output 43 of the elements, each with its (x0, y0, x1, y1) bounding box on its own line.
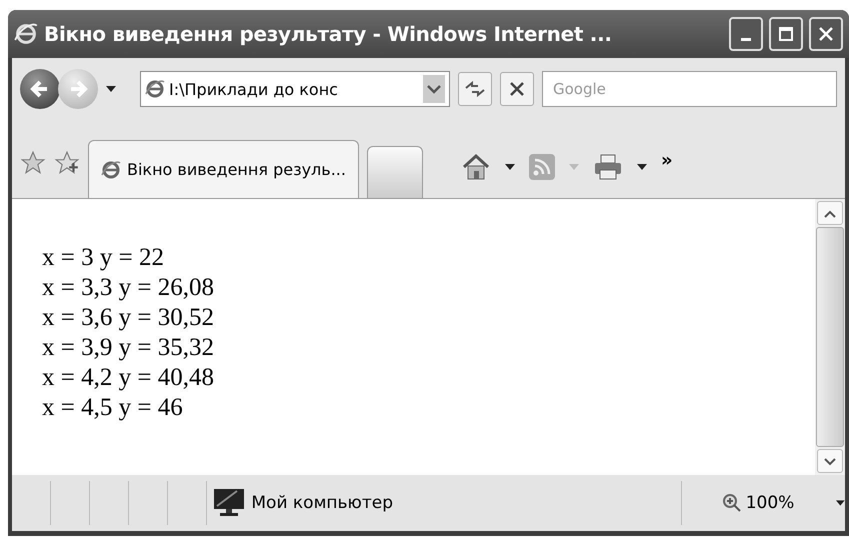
dropdown-icon[interactable] (423, 75, 445, 103)
refresh-icon (464, 80, 486, 98)
new-tab-button[interactable] (366, 146, 423, 198)
scroll-up-button[interactable] (817, 201, 843, 225)
output-line: x = 4,5 y = 46 (42, 393, 184, 423)
search-field[interactable]: Google (542, 71, 837, 107)
ie-logo-icon (14, 22, 38, 46)
tab[interactable]: Вікно виведення резуль... (88, 140, 359, 198)
stop-icon (509, 81, 525, 97)
stop-button[interactable] (500, 72, 534, 106)
zoom-icon (722, 493, 742, 513)
ie-logo-icon (101, 160, 121, 180)
address-field[interactable]: I:\Приклади до конс (140, 71, 450, 107)
output-line: x = 3,9 y = 35,32 (42, 333, 215, 363)
caret-icon[interactable] (836, 500, 845, 506)
close-button[interactable] (809, 17, 843, 51)
output-line: x = 3 y = 22 (42, 243, 165, 273)
close-icon (818, 26, 834, 42)
ie-logo-icon (145, 79, 165, 99)
maximize-icon (778, 26, 794, 42)
output-line: x = 3,3 y = 26,08 (42, 273, 215, 303)
output-line: x = 3,6 y = 30,52 (42, 303, 215, 333)
back-button[interactable] (20, 69, 60, 109)
star-icon[interactable] (20, 150, 46, 176)
scroll-down-button[interactable] (817, 449, 843, 473)
more-tools-chevron[interactable]: » (660, 150, 673, 170)
add-favorite-icon[interactable] (54, 150, 80, 176)
caret-icon[interactable] (504, 164, 515, 170)
refresh-button[interactable] (458, 72, 492, 106)
caret-icon[interactable] (636, 164, 647, 170)
computer-icon (213, 488, 246, 518)
home-icon[interactable] (460, 152, 491, 182)
caret-icon[interactable] (106, 86, 116, 92)
window-title: Вікно виведення результату - Windows Internet ... (44, 22, 613, 46)
output-line: x = 4,2 y = 40,48 (42, 363, 215, 393)
printer-icon[interactable] (592, 153, 623, 181)
minimize-icon (741, 38, 751, 40)
zoom-button[interactable]: 100% (682, 492, 800, 514)
scroll-thumb[interactable] (816, 227, 844, 447)
scrollbar[interactable] (815, 199, 845, 475)
security-zone-label: Мой компьютер (251, 493, 394, 513)
maximize-button[interactable] (769, 17, 803, 51)
minimize-button[interactable] (729, 17, 763, 51)
